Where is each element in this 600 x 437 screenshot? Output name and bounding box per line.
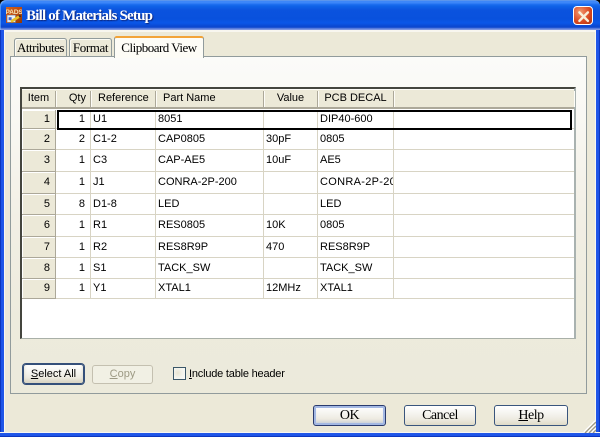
svg-text:PADS: PADS xyxy=(6,9,22,16)
